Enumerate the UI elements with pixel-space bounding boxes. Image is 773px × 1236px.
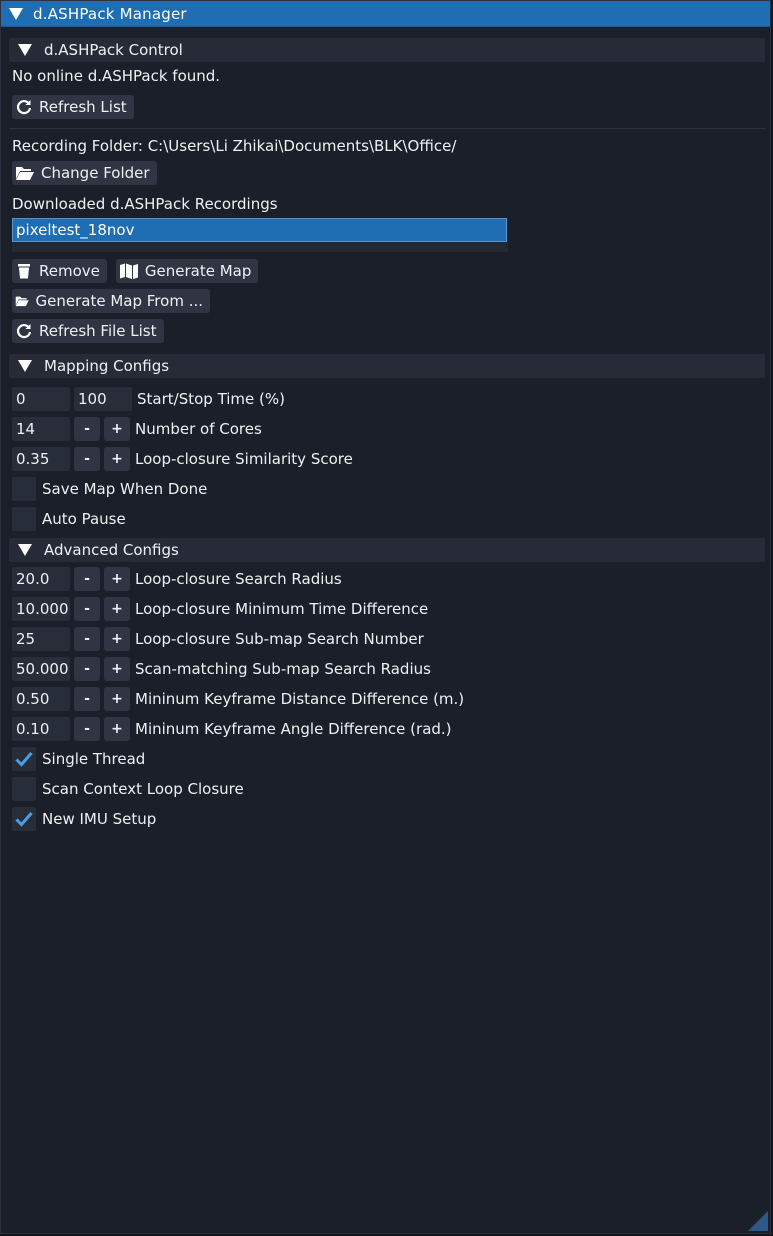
mapping-section-title: Mapping Configs: [44, 357, 170, 375]
recordings-listbox[interactable]: pixeltest_18nov: [12, 218, 508, 252]
resize-grip[interactable]: [748, 1211, 768, 1231]
similarity-label: Loop-closure Similarity Score: [135, 450, 353, 468]
param-increment-button[interactable]: +: [104, 627, 130, 651]
param-input[interactable]: 25: [12, 627, 70, 651]
collapse-triangle-icon: [18, 44, 32, 56]
window-title: d.ASHPack Manager: [33, 4, 187, 23]
stop-time-input[interactable]: 100: [74, 387, 132, 411]
collapse-triangle-icon: [18, 544, 32, 556]
refresh-icon: [16, 100, 32, 115]
param-decrement-button[interactable]: -: [74, 717, 100, 741]
start-stop-label: Start/Stop Time (%): [137, 390, 286, 408]
param-increment-button[interactable]: +: [104, 717, 130, 741]
refresh-list-button[interactable]: Refresh List: [12, 95, 134, 119]
remove-button[interactable]: Remove: [12, 259, 107, 283]
control-section-header[interactable]: d.ASHPack Control: [9, 38, 765, 62]
cores-decrement-button[interactable]: -: [74, 417, 100, 441]
folder-open-icon: [16, 167, 34, 180]
refresh-list-label: Refresh List: [39, 98, 127, 116]
save-map-checkbox[interactable]: [12, 477, 36, 501]
param-increment-button[interactable]: +: [104, 687, 130, 711]
mapping-section-header[interactable]: Mapping Configs: [9, 354, 765, 378]
param-input[interactable]: 0.50: [12, 687, 70, 711]
single-thread-label: Single Thread: [42, 750, 146, 768]
generate-map-label: Generate Map: [144, 262, 252, 280]
online-status-row: No online d.ASHPack found.: [12, 64, 220, 88]
param-decrement-button[interactable]: -: [74, 657, 100, 681]
cores-input[interactable]: 14: [12, 417, 70, 441]
recording-folder-path: Recording Folder: C:\Users\Li Zhikai\Doc…: [12, 137, 457, 155]
param-input[interactable]: 50.000: [12, 657, 70, 681]
param-label: Loop-closure Search Radius: [135, 570, 342, 588]
online-status-text: No online d.ASHPack found.: [12, 67, 221, 85]
refresh-file-list-button[interactable]: Refresh File List: [12, 319, 164, 343]
auto-pause-label: Auto Pause: [42, 510, 126, 528]
change-folder-button[interactable]: Change Folder: [12, 161, 157, 185]
param-label: Scan-matching Sub-map Search Radius: [135, 660, 431, 678]
collapse-triangle-icon[interactable]: [9, 7, 23, 20]
scan-context-label: Scan Context Loop Closure: [42, 780, 244, 798]
param-decrement-button[interactable]: -: [74, 567, 100, 591]
param-label: Loop-closure Sub-map Search Number: [135, 630, 424, 648]
param-label: Loop-closure Minimum Time Difference: [135, 600, 429, 618]
refresh-icon: [16, 324, 32, 339]
new-imu-label: New IMU Setup: [42, 810, 157, 828]
checkmark-icon: [15, 752, 33, 767]
window-titlebar[interactable]: d.ASHPack Manager: [1, 1, 770, 27]
generate-map-from-button[interactable]: Generate Map From ...: [12, 289, 210, 313]
recording-item-label: pixeltest_18nov: [16, 221, 135, 239]
param-input[interactable]: 0.10: [12, 717, 70, 741]
param-increment-button[interactable]: +: [104, 597, 130, 621]
divider: [9, 128, 765, 129]
refresh-file-list-label: Refresh File List: [39, 322, 157, 340]
save-map-label: Save Map When Done: [42, 480, 208, 498]
checkmark-icon: [15, 812, 33, 827]
param-increment-button[interactable]: +: [104, 567, 130, 591]
remove-label: Remove: [39, 262, 100, 280]
dashpack-manager-window: d.ASHPack Manager d.ASHPack Control No o…: [0, 0, 771, 1234]
similarity-increment-button[interactable]: +: [104, 447, 130, 471]
collapse-triangle-icon: [18, 360, 32, 372]
cores-increment-button[interactable]: +: [104, 417, 130, 441]
param-input[interactable]: 10.000: [12, 597, 70, 621]
map-icon: [119, 263, 138, 279]
control-section-title: d.ASHPack Control: [44, 41, 183, 59]
recording-item-selected[interactable]: pixeltest_18nov: [12, 218, 507, 242]
folder-open-icon: [15, 296, 29, 307]
similarity-input[interactable]: 0.35: [12, 447, 70, 471]
auto-pause-checkbox[interactable]: [12, 507, 36, 531]
param-decrement-button[interactable]: -: [74, 687, 100, 711]
change-folder-label: Change Folder: [41, 164, 150, 182]
single-thread-checkbox[interactable]: [12, 747, 36, 771]
advanced-section-header[interactable]: Advanced Configs: [9, 538, 765, 562]
generate-map-from-label: Generate Map From ...: [35, 292, 203, 310]
param-label: Mininum Keyframe Distance Difference (m.…: [135, 690, 465, 708]
scan-context-checkbox[interactable]: [12, 777, 36, 801]
advanced-section-title: Advanced Configs: [44, 541, 179, 559]
generate-map-button[interactable]: Generate Map: [115, 259, 259, 283]
param-input[interactable]: 20.0: [12, 567, 70, 591]
new-imu-checkbox[interactable]: [12, 807, 36, 831]
param-decrement-button[interactable]: -: [74, 627, 100, 651]
cores-label: Number of Cores: [135, 420, 262, 438]
similarity-decrement-button[interactable]: -: [74, 447, 100, 471]
param-label: Mininum Keyframe Angle Difference (rad.): [135, 720, 452, 738]
downloaded-recordings-label: Downloaded d.ASHPack Recordings: [12, 195, 278, 213]
start-time-input[interactable]: 0: [12, 387, 70, 411]
trash-icon: [18, 264, 30, 279]
param-decrement-button[interactable]: -: [74, 597, 100, 621]
param-increment-button[interactable]: +: [104, 657, 130, 681]
